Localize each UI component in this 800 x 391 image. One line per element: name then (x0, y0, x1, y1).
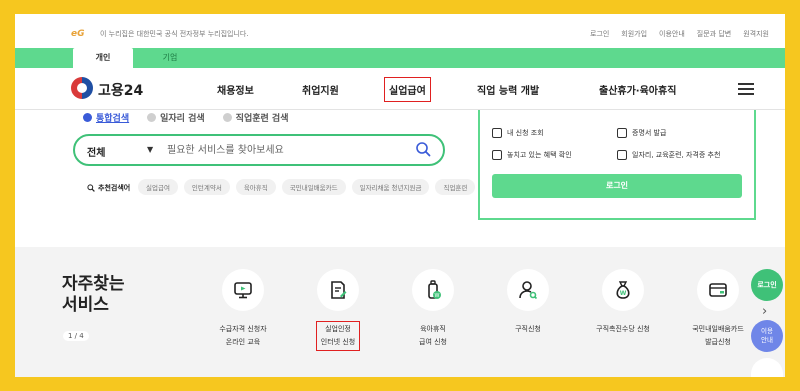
nav-item-maternity-leave[interactable]: 출산휴가·육아휴직 (599, 82, 676, 97)
service-label: 구직신청 (515, 325, 541, 333)
service-label: 국민내일배움카드 발급신청 (692, 325, 744, 346)
radio-checked-icon (83, 113, 92, 122)
keyword-chip[interactable]: 인턴계약서 (183, 179, 230, 195)
search-tab-training[interactable]: 직업훈련 검색 (222, 111, 289, 124)
small-search-icon (87, 184, 95, 192)
tab-individual[interactable]: 개인 (73, 48, 133, 68)
certificate-label: 증명서 발급 (632, 129, 667, 137)
frequent-services: 자주찾는 서비스 1 / 4 수급자격 신청자 온라인 교육 실업인정 인터넷 … (15, 247, 785, 377)
recommend-link[interactable]: 일자리, 교육훈련, 자격증 추천 (617, 150, 720, 160)
site-logo-text[interactable]: 고용24 (98, 80, 143, 100)
benefit-icon (492, 150, 502, 160)
nav-item-employment-support[interactable]: 취업지원 (302, 82, 339, 97)
search-scope-select[interactable]: 전체 (87, 144, 105, 159)
gov-notice-bar: eG 이 누리집은 대한민국 공식 전자정부 누리집입니다. 로그인 회원가입 … (15, 14, 785, 48)
benefit-check-label: 놓치고 있는 혜택 확인 (507, 151, 572, 159)
service-parental-leave[interactable]: W 육아휴직 급여 신청 (388, 269, 478, 349)
keyword-chip[interactable]: 실업급여 (138, 179, 178, 195)
main-nav: 고용24 채용정보 취업지원 실업급여 직업 능력 개발 출산휴가·육아휴직 (15, 68, 785, 110)
service-label-highlighted: 실업인정 인터넷 신청 (315, 321, 361, 351)
gov-notice-text: 이 누리집은 대한민국 공식 전자정부 누리집입니다. (100, 30, 249, 38)
service-learning-card[interactable]: 국민내일배움카드 발급신청 (673, 269, 763, 349)
monitor-icon (234, 282, 252, 299)
keyword-chip[interactable]: 직업훈련 (435, 179, 476, 195)
util-signup-link[interactable]: 회원가입 (621, 29, 647, 39)
certificate-link[interactable]: 증명서 발급 (617, 128, 666, 138)
card-icon (709, 283, 727, 297)
radio-unchecked-icon (222, 113, 232, 122)
search-type-tabs: 통합검색 일자리 검색 직업훈련 검색 (83, 111, 289, 124)
my-application-label: 내 신청 조회 (507, 129, 544, 137)
search-bar: 전체 ▼ (73, 134, 445, 166)
chevron-right-icon[interactable]: › (762, 304, 767, 319)
login-panel: 내 신청 조회 증명서 발급 놓치고 있는 혜택 확인 일자리, 교육훈련, 자… (478, 110, 756, 220)
search-input[interactable] (167, 142, 397, 158)
nav-item-job-skills[interactable]: 직업 능력 개발 (477, 82, 539, 97)
search-tab-jobs[interactable]: 일자리 검색 (147, 111, 205, 124)
login-button[interactable]: 로그인 (492, 174, 742, 198)
my-application-link[interactable]: 내 신청 조회 (492, 128, 544, 138)
recommend-icon (617, 150, 627, 160)
nav-item-jobs[interactable]: 채용정보 (217, 82, 254, 97)
audience-tab-bar: 개인 기업 (15, 48, 785, 68)
hamburger-menu-icon[interactable] (738, 83, 754, 95)
recommend-label: 추천검색어 (87, 183, 130, 193)
service-job-promotion-allowance[interactable]: W 구직촉진수당 신청 (578, 269, 668, 336)
taegeuk-logo-icon[interactable] (71, 77, 93, 99)
services-title: 자주찾는 서비스 (62, 274, 125, 315)
keyword-chip[interactable]: 국민내일배움카드 (281, 179, 346, 195)
caret-down-icon[interactable]: ▼ (147, 145, 153, 154)
keyword-chip[interactable]: 육아휴직 (235, 179, 276, 195)
service-unemployment-recognition[interactable]: 실업인정 인터넷 신청 (293, 269, 383, 351)
recommend-chips: 실업급여 인턴계약서 육아휴직 국민내일배움카드 일자리채움 청년지원금 직업훈… (138, 179, 478, 195)
recommend-label-text: 추천검색어 (98, 184, 131, 192)
certificate-icon (617, 128, 627, 138)
utility-links: 로그인 회원가입 이용안내 질문과 답변 원격지원 (590, 29, 769, 39)
util-remote-link[interactable]: 원격지원 (743, 29, 769, 39)
util-qna-link[interactable]: 질문과 답변 (697, 29, 731, 39)
util-guide-link[interactable]: 이용안내 (659, 29, 685, 39)
svg-text:W: W (435, 293, 440, 299)
baby-bottle-icon: W (428, 280, 441, 299)
service-job-seeking[interactable]: 구직신청 (483, 269, 573, 336)
benefit-check-link[interactable]: 놓치고 있는 혜택 확인 (492, 150, 572, 160)
search-tab-label: 통합검색 (96, 114, 130, 124)
recommend-label: 일자리, 교육훈련, 자격증 추천 (632, 151, 721, 159)
document-pen-icon (331, 281, 347, 299)
service-label: 수급자격 신청자 온라인 교육 (219, 325, 267, 346)
search-tab-integrated[interactable]: 통합검색 (83, 111, 129, 124)
egov-logo: eG (71, 29, 85, 39)
keyword-chip[interactable]: 일자리채움 청년지원금 (351, 179, 430, 195)
nav-item-unemployment-benefit[interactable]: 실업급여 (384, 77, 431, 102)
svg-text:W: W (620, 290, 627, 297)
util-login-link[interactable]: 로그인 (590, 29, 609, 39)
browser-page: eG 이 누리집은 대한민국 공식 전자정부 누리집입니다. 로그인 회원가입 … (15, 14, 785, 377)
user-search-icon (519, 281, 538, 300)
services-pagination: 1 / 4 (63, 331, 89, 341)
tab-business[interactable]: 기업 (140, 48, 200, 68)
search-icon[interactable] (415, 141, 431, 157)
service-online-education[interactable]: 수급자격 신청자 온라인 교육 (198, 269, 288, 349)
search-tab-label: 일자리 검색 (160, 114, 205, 124)
money-bag-icon: W (616, 281, 630, 299)
radio-unchecked-icon (147, 113, 157, 122)
search-tab-label: 직업훈련 검색 (235, 114, 289, 124)
list-icon (492, 128, 502, 138)
quick-login-button[interactable]: 로그인 (751, 269, 783, 301)
quick-guide-button[interactable]: 이용 안내 (751, 320, 783, 352)
service-label: 육아휴직 급여 신청 (419, 325, 447, 346)
service-label: 구직촉진수당 신청 (596, 325, 650, 333)
